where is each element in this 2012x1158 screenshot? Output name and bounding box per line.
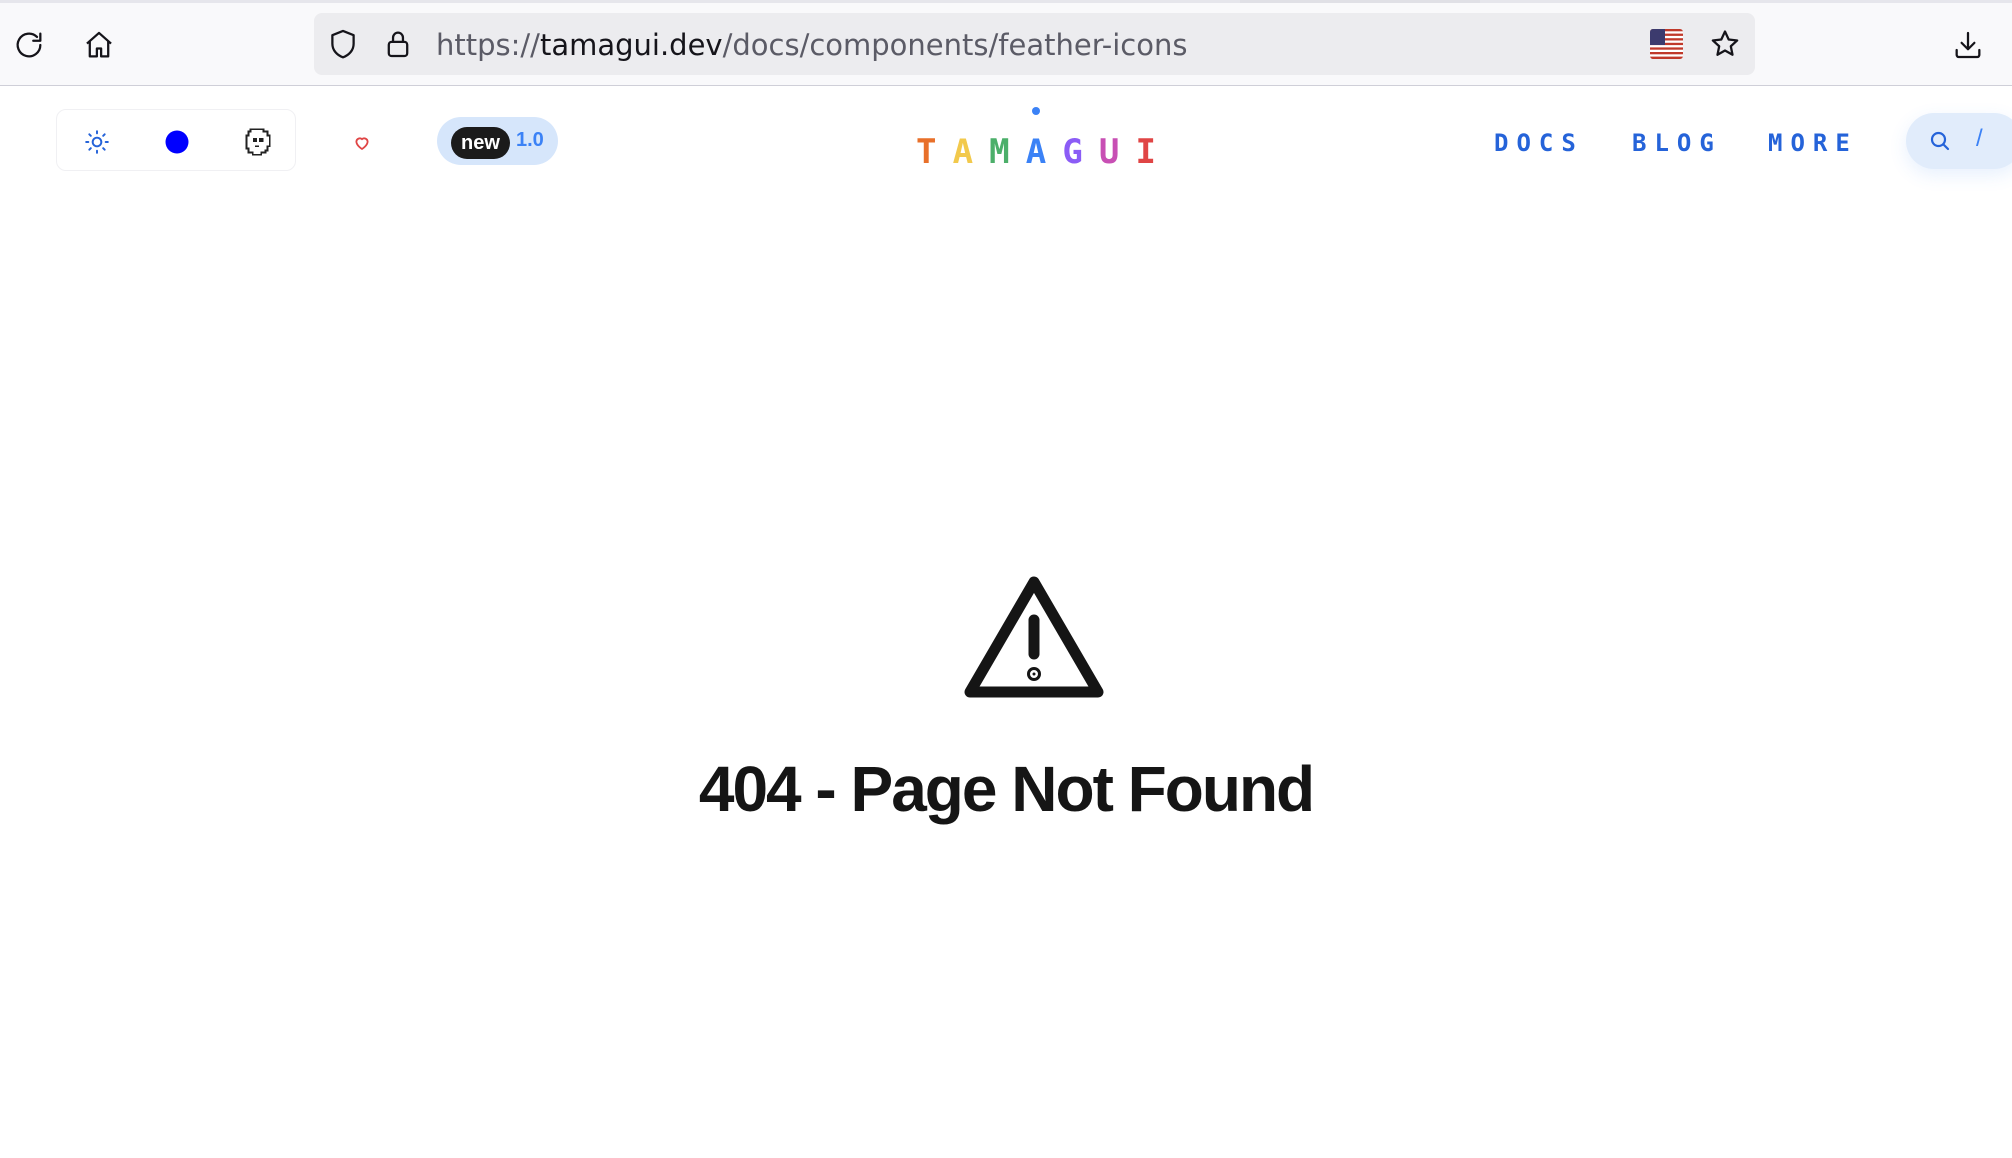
logo-letter-m-2: M <box>989 132 1009 172</box>
color-dot-icon <box>165 130 189 154</box>
logo-letter-a-1: A <box>953 132 973 172</box>
heart-icon <box>355 137 369 150</box>
nav-link-more[interactable]: MORE <box>1768 129 1858 157</box>
home-icon <box>86 31 112 58</box>
download-icon <box>1955 31 1981 59</box>
new-badge: new <box>451 127 510 159</box>
downloads-button[interactable] <box>1943 20 1993 70</box>
home-button[interactable] <box>74 20 124 70</box>
browser-toolbar: https://tamagui.dev/docs/components/feat… <box>0 0 2012 86</box>
sun-icon <box>85 130 109 154</box>
url-host: tamagui.dev <box>539 28 723 62</box>
logo-letter-i-6: I <box>1135 132 1155 172</box>
logo-letter-g-4: G <box>1062 132 1082 172</box>
logo-letter-t-0: T <box>916 132 936 172</box>
theme-controls <box>56 109 296 171</box>
mascot-theme-button[interactable] <box>235 120 279 164</box>
logo-letter-a-3: A <box>1026 132 1046 172</box>
tab-strip-hint <box>1240 0 1480 3</box>
logo-dot <box>1032 107 1040 115</box>
tamagui-mascot-icon <box>245 128 271 156</box>
reload-icon <box>16 32 42 58</box>
logo-letter-u-5: U <box>1099 132 1119 172</box>
search-shortcut-hint: / <box>1976 125 1983 152</box>
us-flag-icon[interactable] <box>1650 29 1683 59</box>
url-text[interactable]: https://tamagui.dev/docs/components/feat… <box>436 28 1187 62</box>
alert-triangle-icon <box>964 576 1104 698</box>
url-scheme: https:// <box>436 28 540 62</box>
lock-icon[interactable] <box>381 27 415 61</box>
tab-strip-edge <box>0 0 2012 3</box>
nav-link-blog[interactable]: BLOG <box>1632 129 1722 157</box>
search-icon <box>1930 131 1950 151</box>
sponsor-heart-button[interactable] <box>342 123 382 163</box>
reload-button[interactable] <box>4 20 54 70</box>
star-icon[interactable] <box>1708 27 1742 61</box>
url-bar[interactable]: https://tamagui.dev/docs/components/feat… <box>314 13 1755 75</box>
shield-icon[interactable] <box>326 27 360 61</box>
nav-link-docs[interactable]: DOCS <box>1494 129 1584 157</box>
release-version: 1.0 <box>516 129 544 151</box>
new-release-pill[interactable]: new 1.0 <box>437 117 558 165</box>
page-title: 404 - Page Not Found <box>698 753 1315 825</box>
url-path: /docs/components/feather-icons <box>722 28 1188 62</box>
site-header: new 1.0 TAMAGUI DOCS BLOG MORE / <box>0 87 2012 197</box>
tamagui-logo[interactable]: TAMAGUI <box>908 103 1164 175</box>
search-button[interactable]: / <box>1906 113 2012 169</box>
light-theme-button[interactable] <box>75 120 119 164</box>
color-theme-button[interactable] <box>155 120 199 164</box>
